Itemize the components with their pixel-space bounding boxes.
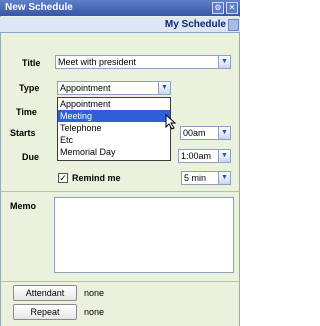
attendant-button[interactable]: Attendant — [13, 285, 77, 301]
type-option[interactable]: Memorial Day — [58, 146, 170, 158]
remind-checkbox[interactable]: ✓ — [58, 173, 68, 183]
title-value: Meet with president — [58, 57, 137, 67]
schedule-header-label: My Schedule — [164, 19, 226, 30]
check-icon: ✓ — [59, 173, 67, 183]
due-label: Due — [22, 152, 40, 162]
remind-label: Remind me — [72, 173, 121, 183]
time-label: Time — [16, 107, 37, 117]
section-divider — [1, 281, 239, 282]
window-title: New Schedule — [5, 2, 73, 13]
chevron-down-icon[interactable]: ▼ — [218, 127, 230, 139]
starts-label: Starts — [10, 128, 36, 138]
type-option[interactable]: Appointment — [58, 98, 170, 110]
type-option[interactable]: Etc — [58, 134, 170, 146]
type-option[interactable]: Telephone — [58, 122, 170, 134]
close-icon: ✕ — [228, 3, 236, 12]
mouse-pointer-icon — [165, 114, 177, 130]
memo-textarea[interactable] — [54, 197, 234, 273]
chevron-down-icon[interactable]: ▼ — [218, 56, 230, 68]
repeat-value: none — [84, 307, 105, 317]
type-options-list[interactable]: Appointment Meeting Telephone Etc Memorial D… — [57, 97, 171, 161]
attendant-value: none — [84, 288, 105, 298]
due-time-dropdown[interactable]: 1:00am ▼ — [178, 149, 231, 163]
remind-time-dropdown[interactable]: 5 min ▼ — [181, 171, 231, 185]
header-scroll-button[interactable] — [228, 19, 239, 31]
chevron-down-icon[interactable]: ▼ — [218, 172, 230, 184]
window-titlebar: New Schedule ⚙ ✕ — [0, 0, 240, 16]
due-time-value: 1:00am — [181, 151, 212, 161]
type-dropdown[interactable]: Appointment ▼ — [57, 81, 171, 95]
starts-time-value: 00am — [183, 128, 206, 138]
remind-time-value: 5 min — [184, 173, 207, 183]
schedule-header: My Schedule — [0, 17, 240, 33]
title-label: Title — [22, 58, 41, 68]
chevron-down-icon[interactable]: ▼ — [158, 82, 170, 94]
settings-icon: ⚙ — [214, 3, 222, 12]
type-value: Appointment — [60, 83, 111, 93]
section-divider — [1, 191, 239, 192]
repeat-button[interactable]: Repeat — [13, 304, 77, 320]
window-settings-button[interactable]: ⚙ — [212, 2, 224, 14]
memo-label: Memo — [10, 201, 37, 211]
type-option[interactable]: Meeting — [58, 110, 170, 122]
window-close-button[interactable]: ✕ — [226, 2, 238, 14]
starts-time-dropdown[interactable]: 00am ▼ — [180, 126, 231, 140]
type-label: Type — [19, 83, 40, 93]
title-dropdown[interactable]: Meet with president ▼ — [55, 55, 231, 69]
chevron-down-icon[interactable]: ▼ — [218, 150, 230, 162]
